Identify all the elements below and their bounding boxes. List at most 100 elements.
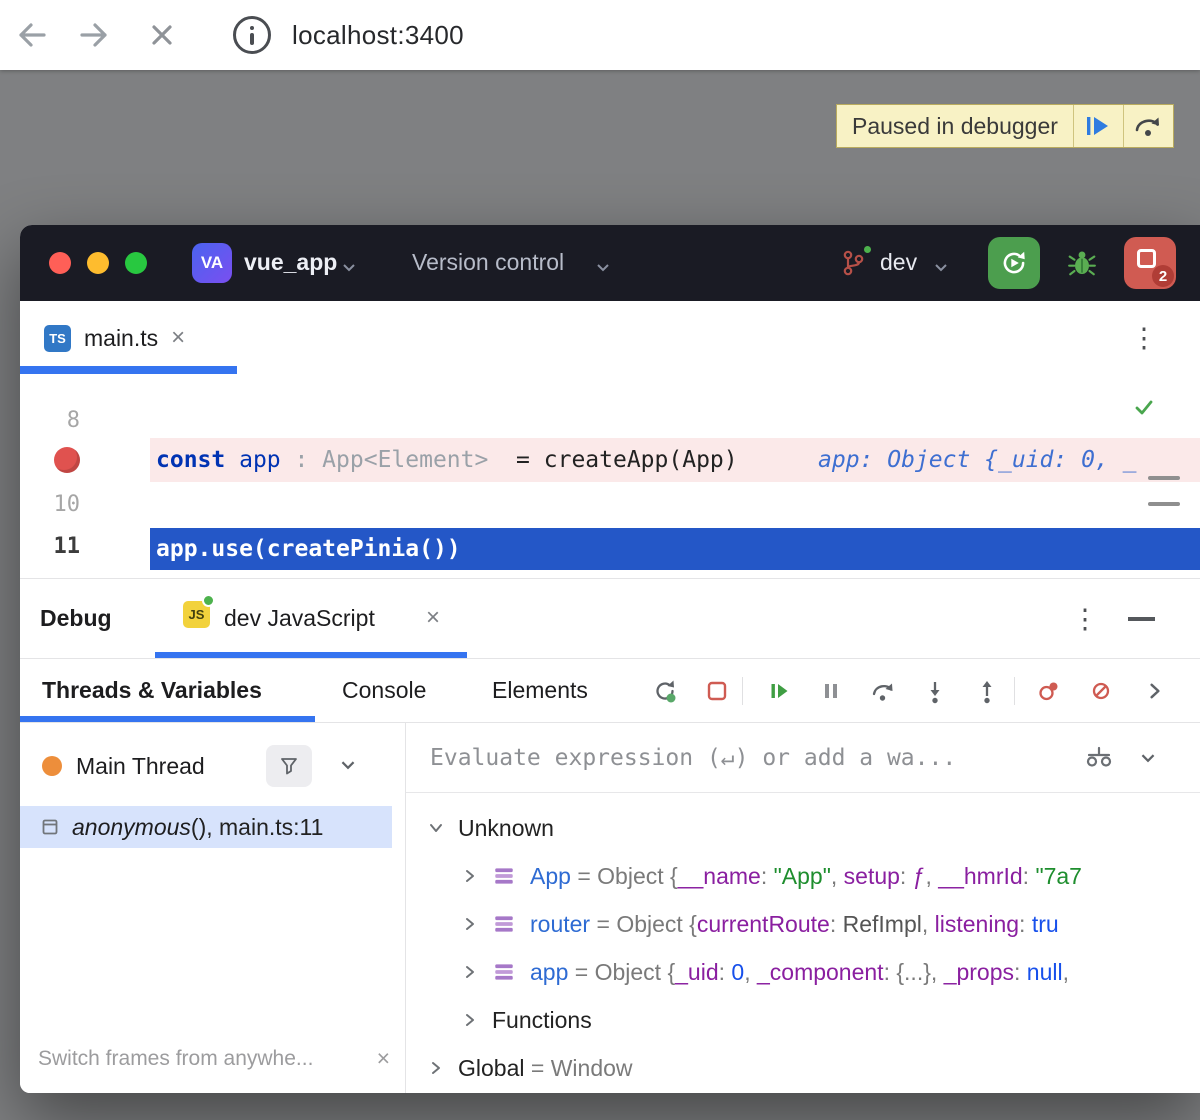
tab-console[interactable]: Console	[342, 674, 426, 706]
info-stem	[250, 33, 254, 45]
chevron-right-icon[interactable]	[462, 868, 478, 884]
paused-in-debugger-banner: Paused in debugger	[836, 104, 1174, 148]
tree-row-global[interactable]: Global = Window	[406, 1044, 1200, 1092]
site-info-icon[interactable]	[233, 16, 271, 54]
step-over-icon	[1133, 113, 1163, 139]
resume-program-button[interactable]	[764, 676, 794, 706]
variable-value: app = Object {_uid: 0, _component: {...}…	[530, 959, 1069, 986]
pause-program-button[interactable]	[816, 676, 846, 706]
chevron-right-icon[interactable]	[462, 964, 478, 980]
step-out-icon	[973, 677, 1001, 705]
tree-row-App[interactable]: App = Object {__name: "App", setup: ƒ, _…	[406, 852, 1200, 900]
frames-hint: Switch frames from anywhe... ×	[38, 1045, 390, 1072]
thread-selector[interactable]: Main Thread	[20, 738, 406, 794]
tab-options-kebab-icon[interactable]: ⋮	[1126, 315, 1162, 361]
tab-close-icon[interactable]: ×	[171, 324, 185, 352]
evaluate-expression-input[interactable]	[430, 745, 1084, 771]
active-tab-indicator	[20, 366, 237, 374]
minimize-icon[interactable]	[1128, 617, 1155, 621]
back-button[interactable]	[14, 18, 50, 52]
debug-session-tab[interactable]: dev JavaScript	[224, 605, 375, 632]
chevron-down-icon	[934, 259, 948, 277]
macos-zoom-button[interactable]	[125, 252, 147, 274]
breakpoint-line[interactable]: const app : App<Element> = createApp(App…	[150, 438, 1200, 482]
back-arrow-icon	[15, 20, 49, 50]
mute-breakpoints-icon	[1087, 677, 1115, 705]
macos-close-button[interactable]	[49, 252, 71, 274]
forward-button[interactable]	[76, 18, 112, 52]
step-over-icon	[869, 677, 897, 705]
filter-frames-button[interactable]	[266, 745, 312, 787]
chevron-right-icon[interactable]	[462, 916, 478, 932]
macos-minimize-button[interactable]	[87, 252, 109, 274]
address-url[interactable]: localhost:3400	[292, 20, 464, 51]
git-branch-icon	[840, 248, 866, 283]
tree-row-router[interactable]: router = Object {currentRoute: RefImpl, …	[406, 900, 1200, 948]
thread-status-dot	[42, 756, 62, 776]
resume-icon	[1083, 113, 1113, 139]
step-over-button[interactable]	[868, 676, 898, 706]
chevron-down-icon[interactable]	[1140, 753, 1156, 763]
close-button[interactable]	[144, 18, 180, 52]
watches-icon[interactable]	[1084, 745, 1114, 771]
editor-tab-label: main.ts	[84, 325, 158, 352]
session-active-dot	[202, 594, 215, 607]
variable-value: Global = Window	[458, 1055, 633, 1082]
version-control-menu[interactable]: Version control	[412, 249, 564, 276]
chevron-right-icon[interactable]	[462, 1012, 478, 1028]
resume-script-button[interactable]	[1073, 105, 1123, 147]
tree-row-unknown[interactable]: Unknown	[406, 804, 1200, 852]
execution-point-line[interactable]: app.use(createPinia())	[150, 528, 1200, 570]
hint-close-icon[interactable]: ×	[377, 1045, 390, 1072]
branch-selector[interactable]: dev	[880, 249, 917, 276]
breakpoint-icon[interactable]	[54, 447, 80, 473]
inline-debugger-value: app: Object {_uid: 0, _	[818, 447, 1137, 473]
rerun-icon	[999, 248, 1029, 278]
tab-threads-variables[interactable]: Threads & Variables	[42, 674, 262, 706]
debug-button[interactable]	[1058, 239, 1106, 287]
inspections-ok-icon[interactable]	[1132, 395, 1156, 424]
stack-frame-row[interactable]: anonymous(), main.ts:11	[20, 806, 392, 848]
view-breakpoints-button[interactable]	[1034, 676, 1064, 706]
debug-tabs-toolbar: Threads & Variables Console Elements	[20, 658, 1200, 722]
forward-arrow-icon	[77, 20, 111, 50]
debug-options-kebab-icon[interactable]: ⋮	[1068, 597, 1102, 641]
variables-pane: Unknown App = Object {__name: "App", set…	[406, 723, 1200, 1093]
stop-button[interactable]: 2	[1124, 237, 1176, 289]
scrollbar-mark[interactable]	[1148, 476, 1180, 480]
tree-row-app[interactable]: app = Object {_uid: 0, _component: {...}…	[406, 948, 1200, 996]
variable-icon	[492, 913, 516, 935]
mute-breakpoints-button[interactable]	[1086, 676, 1116, 706]
stop-debug-button[interactable]	[702, 676, 732, 706]
scrollbar-mark[interactable]	[1148, 502, 1180, 506]
tab-elements[interactable]: Elements	[492, 674, 588, 706]
step-into-icon	[921, 677, 949, 705]
project-badge[interactable]: VA	[192, 243, 232, 283]
filter-funnel-icon	[279, 756, 299, 776]
toolbar-separator	[1014, 677, 1015, 705]
chevron-right-icon[interactable]	[428, 1060, 444, 1076]
ide-titlebar: VA vue_app Version control dev	[20, 225, 1200, 301]
tree-label: Unknown	[458, 815, 554, 842]
step-out-button[interactable]	[972, 676, 1002, 706]
rerun-debug-button[interactable]	[650, 676, 680, 706]
more-actions-chevron-icon[interactable]	[1140, 676, 1170, 706]
step-into-button[interactable]	[920, 676, 950, 706]
divider	[406, 792, 1200, 793]
project-name-menu[interactable]: vue_app	[244, 249, 337, 276]
chevron-down-icon[interactable]	[428, 820, 444, 836]
rerun-button[interactable]	[988, 237, 1040, 289]
editor-tab-main-ts[interactable]: TS main.ts ×	[44, 315, 185, 361]
code-editor[interactable]: 8 10 11 const app : App<Element> = creat…	[20, 374, 1200, 578]
variable-icon	[492, 865, 516, 887]
line-number: 8	[20, 408, 80, 436]
step-over-next-button[interactable]	[1123, 105, 1173, 147]
close-x-icon	[149, 22, 175, 48]
line-number: 10	[20, 492, 80, 520]
branch-changes-dot	[862, 244, 873, 255]
chevron-down-icon[interactable]	[340, 757, 356, 775]
tree-row-functions[interactable]: Functions	[406, 996, 1200, 1044]
session-close-icon[interactable]: ×	[426, 604, 440, 632]
running-count-badge: 2	[1152, 265, 1174, 287]
info-dot	[250, 26, 254, 30]
